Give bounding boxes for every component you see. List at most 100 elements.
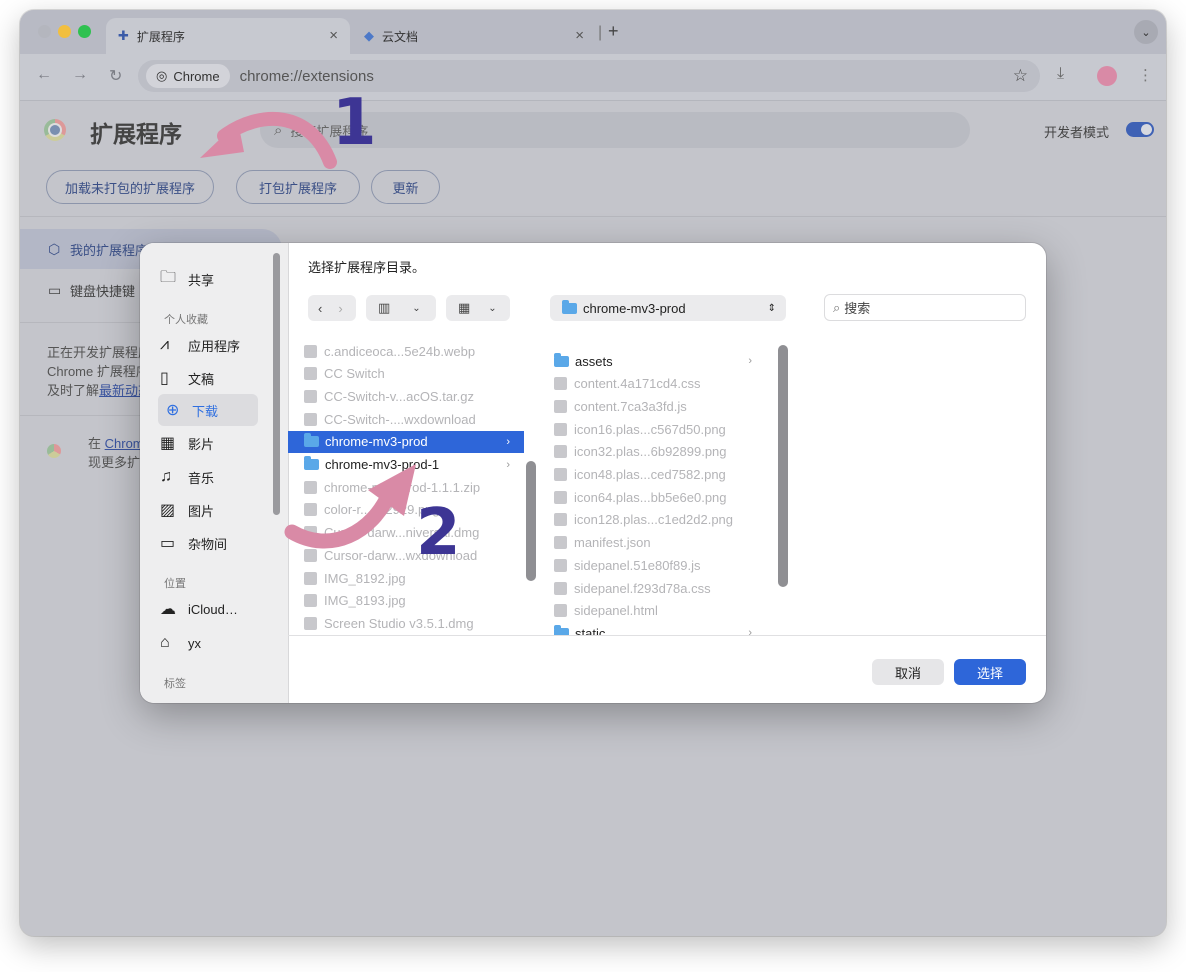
file-row[interactable]: icon16.plas...c567d50.png	[538, 418, 766, 440]
sidebar-item-downloads[interactable]: ⊕ 下载	[158, 394, 258, 426]
tab-search-chevron-icon[interactable]: ⌄	[1134, 20, 1158, 44]
sidebar-item-home[interactable]: ⌂ yx	[160, 627, 280, 659]
minimize-window-button[interactable]	[58, 25, 71, 38]
file-chooser-dialog: 🗀 共享 个人收藏 ⩘ 应用程序 ▯ 文稿 ⊕ 下载 ▦ 影片 ♫ 音乐 ▨ 图…	[140, 243, 1046, 703]
file-row[interactable]: CC-Switch-v...acOS.tar.gz	[288, 385, 524, 407]
dialog-search-input[interactable]: ⌕ 搜索	[824, 294, 1026, 321]
forward-arrow-icon[interactable]: →	[72, 66, 88, 84]
file-row[interactable]: CC-Switch-....wxdownload	[288, 408, 524, 430]
file-column-2: assets › content.4a171cd4.css content.7ca3a…	[538, 340, 766, 636]
new-tab-icon[interactable]: +	[608, 21, 619, 42]
file-icon	[304, 412, 317, 426]
back-forward-buttons[interactable]: ‹ ›	[308, 295, 356, 321]
sidebar-item-icloud[interactable]: ☁ iCloud…	[160, 593, 280, 625]
tab-title: 云文档	[382, 29, 419, 44]
file-row[interactable]: icon32.plas...6b92899.png	[538, 441, 766, 463]
profile-avatar[interactable]	[1097, 66, 1117, 86]
chrome-logo-icon: ◎	[156, 68, 168, 83]
tab-cloud-docs[interactable]: ◆ 云文档 ×	[352, 18, 596, 54]
dialog-sidebar: 🗀 共享 个人收藏 ⩘ 应用程序 ▯ 文稿 ⊕ 下载 ▦ 影片 ♫ 音乐 ▨ 图…	[140, 243, 289, 703]
chevron-left-icon[interactable]: ‹	[318, 301, 322, 316]
group-by-button[interactable]: ▦ ⌄	[446, 295, 510, 321]
file-row[interactable]: icon48.plas...ced7582.png	[538, 464, 766, 486]
sidebar-item-music[interactable]: ♫ 音乐	[160, 461, 280, 493]
file-row[interactable]: c.andiceoca...5e24b.webp	[288, 340, 524, 362]
sidebar-item-label: 我的扩展程序	[70, 242, 149, 258]
document-icon: ▯	[160, 370, 169, 387]
file-name: sidepanel.f293d78a.css	[574, 580, 711, 596]
site-chip[interactable]: ◎ Chrome	[146, 64, 230, 88]
file-name: manifest.json	[574, 535, 651, 551]
update-button[interactable]: 更新	[371, 170, 440, 204]
file-row[interactable]: IMG_8192.jpg	[288, 567, 524, 589]
photo-icon: ▨	[160, 502, 176, 519]
file-name: c.andiceoca...5e24b.webp	[324, 343, 476, 359]
load-unpacked-button[interactable]: 加载未打包的扩展程序	[46, 170, 214, 204]
site-chip-label: Chrome	[173, 68, 220, 84]
more-menu-icon[interactable]: ⋮	[1138, 66, 1153, 84]
chevron-right-icon[interactable]: ›	[338, 301, 342, 316]
view-mode-button[interactable]: ▥ ⌄	[366, 295, 436, 321]
file-row[interactable]: CC Switch	[288, 363, 524, 385]
sidebar-item-documents[interactable]: ▯ 文稿	[160, 362, 280, 394]
omnibox[interactable]: ◎ Chrome chrome://extensions ☆	[138, 60, 1040, 92]
file-name: CC-Switch-v...acOS.tar.gz	[324, 388, 475, 404]
folder-row[interactable]: static ›	[538, 622, 766, 636]
sidebar-item-label: yx	[188, 635, 201, 651]
sidebar-item-applications[interactable]: ⩘ 应用程序	[160, 329, 280, 361]
folder-icon	[562, 299, 577, 314]
file-row[interactable]: icon64.plas...bb5e6e0.png	[538, 486, 766, 508]
sidebar-item-share[interactable]: 🗀 共享	[160, 263, 280, 295]
file-row[interactable]: content.4a171cd4.css	[538, 373, 766, 395]
file-name: CC-Switch-....wxdownload	[324, 411, 476, 427]
reload-icon[interactable]: ↻	[109, 66, 122, 86]
column-2-scrollbar[interactable]	[778, 345, 788, 587]
column-1-scrollbar[interactable]	[526, 461, 536, 581]
store-text-prefix: 在	[88, 436, 105, 451]
maximize-window-button[interactable]	[78, 25, 91, 38]
file-row[interactable]: icon128.plas...c1ed2d2.png	[538, 509, 766, 531]
file-row[interactable]: sidepanel.html	[538, 600, 766, 622]
chevron-updown-icon: ⇕	[767, 302, 776, 314]
back-arrow-icon[interactable]: ←	[36, 66, 52, 84]
chevron-down-icon: ⌄	[412, 302, 421, 314]
bookmark-star-icon[interactable]: ☆	[1013, 66, 1028, 86]
pack-extension-button[interactable]: 打包扩展程序	[236, 170, 360, 204]
file-row[interactable]: sidepanel.51e80f89.js	[538, 554, 766, 576]
tab-extensions[interactable]: ✚ 扩展程序 ×	[106, 18, 350, 54]
chevron-right-icon: ›	[506, 458, 510, 471]
sidebar-item-movies[interactable]: ▦ 影片	[160, 427, 280, 459]
file-name: IMG_8192.jpg	[324, 570, 406, 586]
close-tab-icon[interactable]: ×	[575, 27, 584, 44]
file-row[interactable]: manifest.json	[538, 532, 766, 554]
file-row[interactable]: IMG_8193.jpg	[288, 590, 524, 612]
annotation-step-1: 1	[332, 86, 377, 160]
dev-mode-toggle[interactable]	[1126, 122, 1154, 137]
folder-row[interactable]: assets ›	[538, 350, 766, 372]
close-window-button[interactable]	[38, 25, 51, 38]
cancel-button[interactable]: 取消	[872, 659, 944, 685]
tab-strip: ✚ 扩展程序 × ◆ 云文档 × | + ⌄	[20, 10, 1166, 54]
dialog-title: 选择扩展程序目录。	[308, 260, 426, 275]
close-tab-icon[interactable]: ×	[329, 27, 338, 44]
url-text[interactable]: chrome://extensions	[240, 68, 374, 85]
file-name: icon48.plas...ced7582.png	[574, 467, 726, 482]
web-store-icon	[47, 444, 61, 458]
path-popup[interactable]: chrome-mv3-prod ⇕	[550, 295, 786, 321]
cloud-icon: ☁	[160, 601, 176, 618]
sidebar-scrollbar[interactable]	[273, 253, 280, 515]
file-icon	[554, 422, 567, 436]
file-row[interactable]: Screen Studio v3.5.1.dmg	[288, 612, 524, 634]
sidebar-item-label: 文稿	[188, 371, 215, 387]
sidebar-item-pictures[interactable]: ▨ 图片	[160, 494, 280, 526]
download-icon[interactable]: ⤓	[1057, 65, 1064, 83]
keyboard-icon: ▭	[48, 281, 62, 298]
file-icon	[554, 490, 567, 504]
sidebar-item-label: 键盘快捷键	[70, 283, 136, 299]
file-row[interactable]: sidepanel.f293d78a.css	[538, 577, 766, 599]
sidebar-item-misc[interactable]: ▭ 杂物间	[160, 527, 280, 559]
sidebar-item-label: 影片	[188, 436, 215, 452]
choose-button[interactable]: 选择	[954, 659, 1026, 685]
file-row[interactable]: content.7ca3a3fd.js	[538, 395, 766, 417]
file-name: icon64.plas...bb5e6e0.png	[574, 489, 727, 505]
